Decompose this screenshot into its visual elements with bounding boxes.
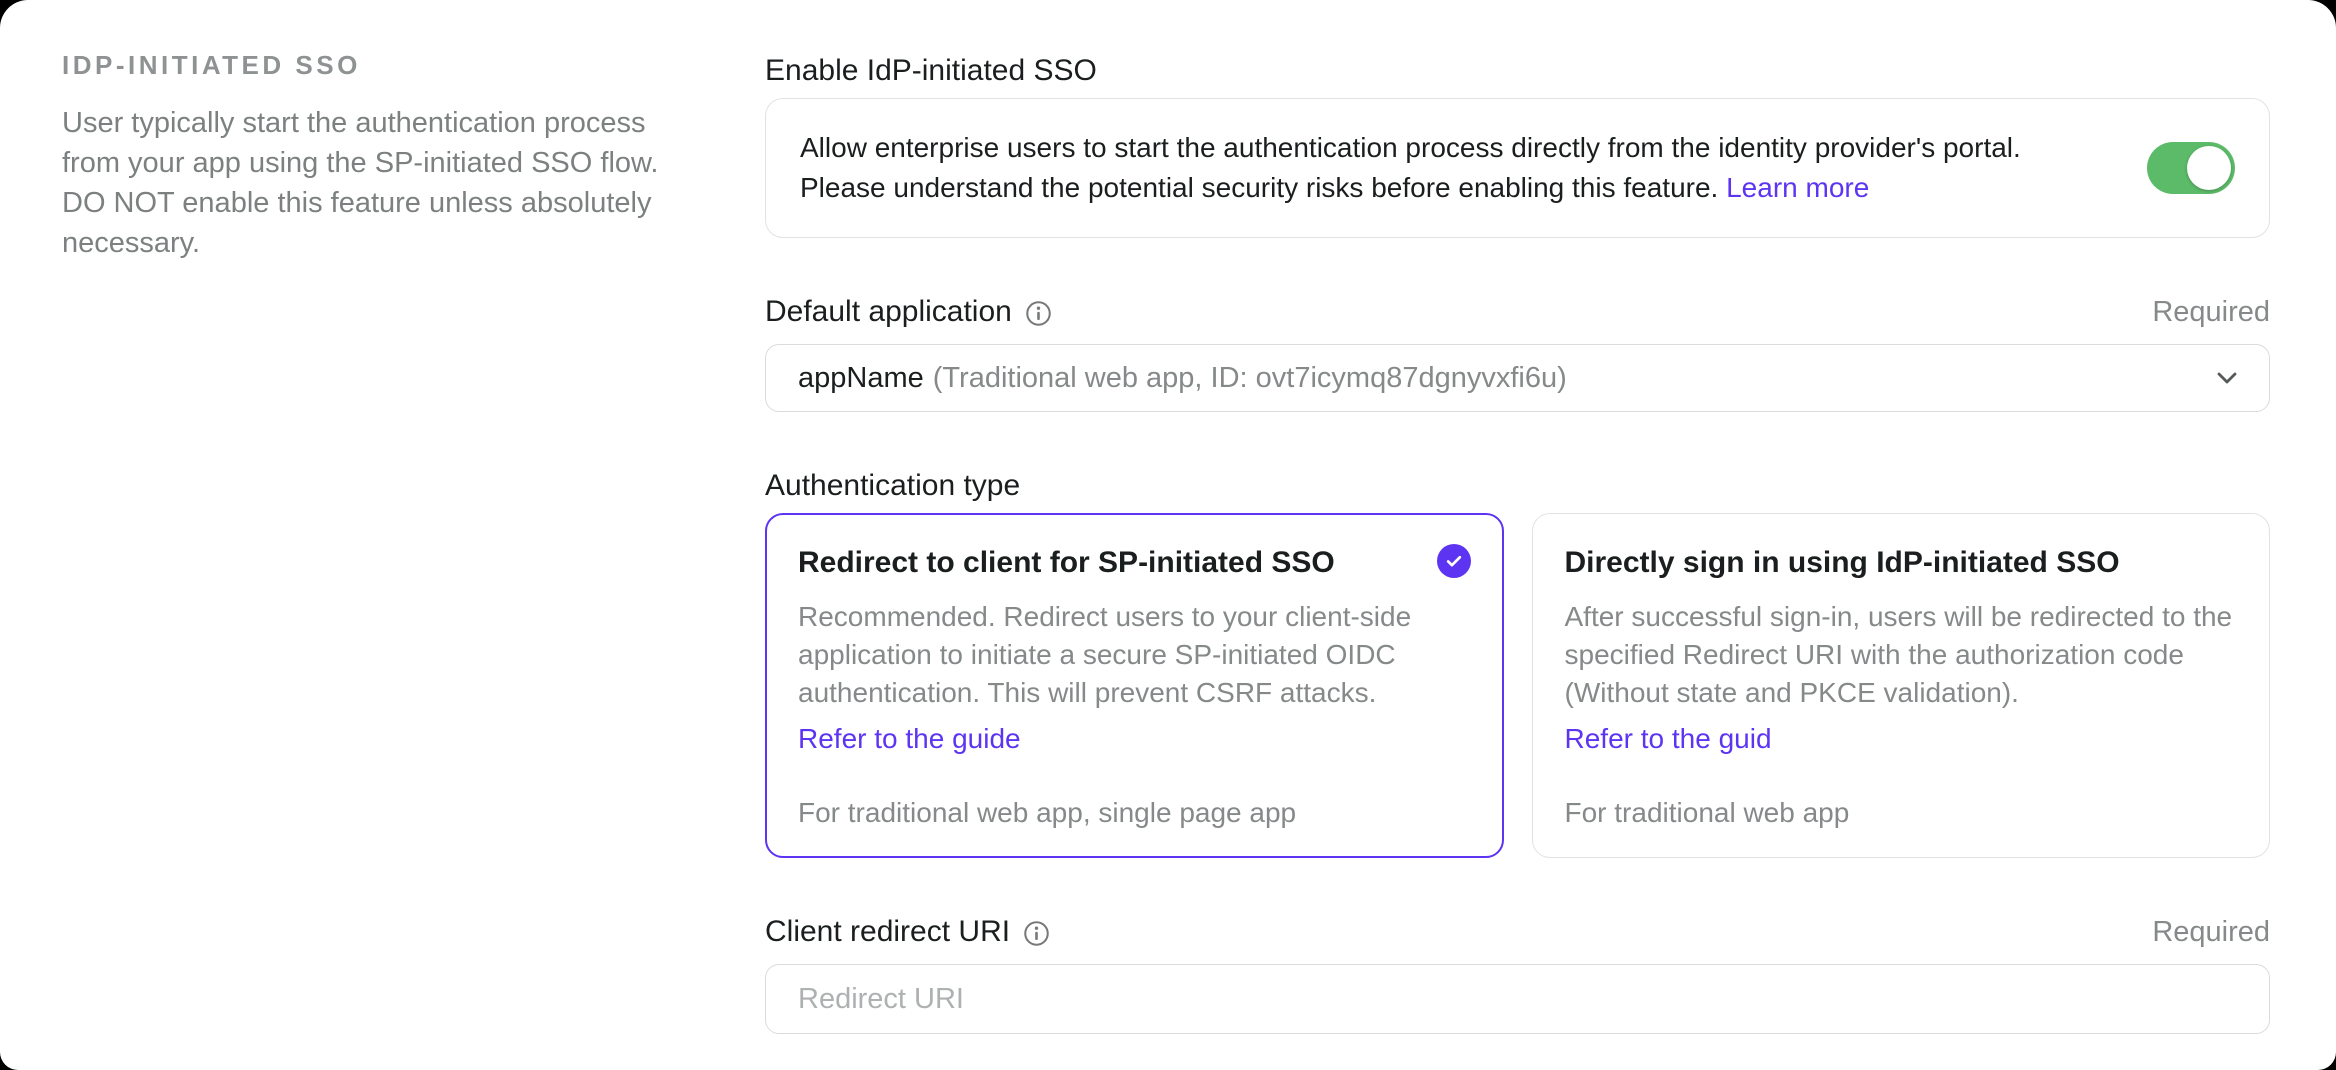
enable-sso-toggle[interactable]	[2147, 142, 2235, 194]
refer-to-guide-link[interactable]: Refer to the guid	[1565, 720, 2238, 758]
refer-to-guide-link[interactable]: Refer to the guide	[798, 720, 1471, 758]
enable-sso-description: Allow enterprise users to start the auth…	[800, 128, 2147, 208]
redirect-uri-input[interactable]	[765, 964, 2270, 1034]
section-info-panel: IDP-INITIATED SSO User typically start t…	[62, 50, 662, 263]
section-heading: IDP-INITIATED SSO	[62, 50, 662, 81]
required-badge: Required	[2152, 296, 2270, 329]
option-directly-sign-in[interactable]: Directly sign in using IdP-initiated SSO…	[1532, 513, 2271, 858]
client-redirect-uri-label-row: Client redirect URI Required	[765, 913, 2270, 951]
option-title: Redirect to client for SP-initiated SSO	[798, 544, 1335, 582]
section-description: User typically start the authentication …	[62, 103, 662, 263]
default-application-select[interactable]: appName (Traditional web app, ID: ovt7ic…	[765, 344, 2270, 412]
option-description: Recommended. Redirect users to your clie…	[798, 598, 1471, 712]
default-application-label: Default application	[765, 295, 1012, 329]
selected-app-meta: (Traditional web app, ID: ovt7icymq87dgn…	[933, 362, 1567, 395]
option-title: Directly sign in using IdP-initiated SSO	[1565, 544, 2120, 582]
enable-sso-card: Allow enterprise users to start the auth…	[765, 98, 2270, 238]
toggle-knob	[2187, 146, 2231, 190]
chevron-down-icon	[2211, 362, 2243, 394]
option-footer: For traditional web app	[1565, 797, 2238, 829]
field-authentication-type: Authentication type Redirect to client f…	[765, 467, 2270, 858]
authentication-type-label-row: Authentication type	[765, 467, 2270, 505]
field-enable-idp-sso: Enable IdP-initiated SSO Allow enterpris…	[765, 52, 2270, 238]
option-description: After successful sign-in, users will be …	[1565, 598, 2238, 712]
enable-sso-label-row: Enable IdP-initiated SSO	[765, 52, 2270, 90]
settings-form: Enable IdP-initiated SSO Allow enterpris…	[765, 52, 2270, 1070]
client-redirect-uri-label: Client redirect URI	[765, 915, 1010, 949]
option-redirect-to-client[interactable]: Redirect to client for SP-initiated SSO …	[765, 513, 1504, 858]
check-icon	[1437, 544, 1471, 578]
authentication-type-options: Redirect to client for SP-initiated SSO …	[765, 513, 2270, 858]
learn-more-link[interactable]: Learn more	[1726, 172, 1869, 203]
info-icon[interactable]	[1025, 300, 1052, 327]
info-icon[interactable]	[1023, 920, 1050, 947]
field-client-redirect-uri: Client redirect URI Required	[765, 913, 2270, 1034]
required-badge: Required	[2152, 916, 2270, 949]
selected-app-name: appName	[798, 362, 924, 395]
field-default-application: Default application Required appName (Tr…	[765, 293, 2270, 412]
option-footer: For traditional web app, single page app	[798, 797, 1471, 829]
enable-sso-label: Enable IdP-initiated SSO	[765, 54, 1097, 88]
idp-initiated-sso-settings-page: IDP-INITIATED SSO User typically start t…	[0, 0, 2336, 1070]
default-application-label-row: Default application Required	[765, 293, 2270, 331]
authentication-type-label: Authentication type	[765, 469, 1020, 503]
